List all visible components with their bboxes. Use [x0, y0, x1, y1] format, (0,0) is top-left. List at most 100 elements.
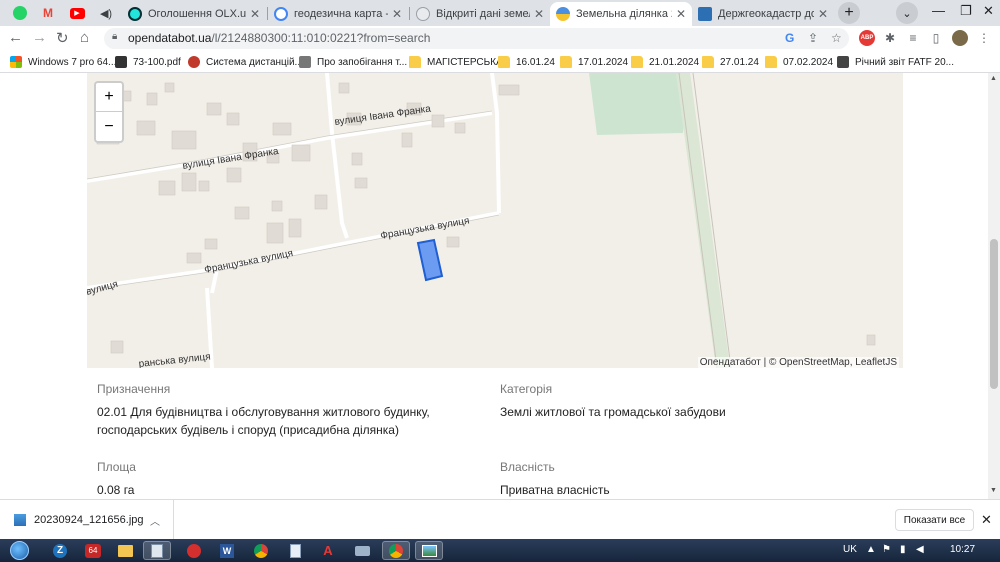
taskbar-photo-viewer[interactable]: [415, 541, 443, 560]
taskbar-app[interactable]: [281, 541, 309, 560]
bookmark-label: Річний звіт FATF 20...: [855, 56, 954, 68]
tab-title: геодезична карта - Пош: [294, 8, 388, 20]
language-indicator[interactable]: UK: [843, 544, 857, 555]
close-icon[interactable]: ✕: [392, 7, 402, 21]
avatar[interactable]: [952, 30, 968, 46]
bookmark-folder[interactable]: 07.02.2024: [765, 54, 833, 70]
windows-orb-icon: [9, 541, 29, 560]
close-icon[interactable]: ✕: [534, 7, 544, 21]
tab-search-button[interactable]: ⌄: [896, 2, 918, 24]
bookmark-folder[interactable]: 17.01.2024: [560, 54, 628, 70]
show-hidden-icons-icon[interactable]: ▲: [866, 544, 876, 555]
network-icon[interactable]: ▮: [900, 544, 906, 555]
scroll-down-arrow[interactable]: ▼: [990, 487, 997, 494]
close-icon[interactable]: ✕: [818, 7, 828, 21]
folder-icon: [560, 56, 572, 68]
parcel-map[interactable]: вулиця Івана Франка вулиця Івана Франка …: [87, 73, 903, 368]
clock[interactable]: 10:27: [950, 544, 975, 555]
google-translate-icon[interactable]: G: [785, 31, 794, 45]
pinned-tab-whatsapp[interactable]: [6, 3, 34, 23]
chevron-up-icon[interactable]: ︿: [150, 513, 160, 528]
menu-kebab-icon[interactable]: ⋮: [976, 30, 992, 46]
media-control-icon[interactable]: ≡: [905, 30, 921, 46]
side-panel-icon[interactable]: ▯: [928, 30, 944, 46]
bookmark-item[interactable]: Windows 7 pro 64...: [10, 54, 116, 70]
address-bar[interactable]: 🔒︎ opendatabot.ua/l/2124880300:11:010:02…: [104, 28, 849, 49]
zoom-in-button[interactable]: +: [96, 83, 122, 112]
pinned-tab-youtube[interactable]: ▶: [63, 3, 91, 23]
tab-olx[interactable]: Оголошення OLX.ua: се ✕: [122, 2, 266, 26]
bookmark-star-icon[interactable]: ☆: [831, 31, 842, 45]
category-block: Категорія Землі житлової та громадської …: [500, 382, 726, 421]
calculator-icon: [151, 543, 163, 558]
share-icon[interactable]: ⇪: [808, 31, 818, 45]
new-tab-button[interactable]: +: [838, 2, 860, 24]
scrollbar-thumb[interactable]: [990, 239, 998, 389]
taskbar-app[interactable]: Z: [46, 541, 74, 560]
download-item[interactable]: 20230924_121656.jpg ︿: [0, 500, 174, 540]
keyboard-icon: [354, 545, 370, 556]
bookmark-label: 17.01.2024: [578, 56, 629, 68]
bookmark-item[interactable]: Система дистанцій...: [188, 54, 303, 70]
taskbar-app[interactable]: [180, 541, 208, 560]
zoom-out-button[interactable]: −: [96, 112, 122, 141]
dzk-icon: [698, 7, 712, 21]
action-center-icon[interactable]: ⚑: [882, 544, 891, 555]
bookmark-item[interactable]: Про запобігання т...: [299, 54, 407, 70]
tab-dzk[interactable]: Держгеокадастр допов ✕: [692, 2, 834, 26]
bookmark-folder[interactable]: МАГІСТЕРСЬКА: [409, 54, 503, 70]
taskbar-explorer[interactable]: [111, 541, 139, 560]
taskbar-word[interactable]: W: [213, 541, 241, 560]
taskbar-acrobat[interactable]: A: [314, 541, 342, 560]
chrome-icon: [389, 543, 403, 558]
taskbar-chrome[interactable]: [247, 541, 275, 560]
ownership-block: Власність Приватна власність: [500, 460, 610, 499]
minimize-button[interactable]: —: [932, 3, 945, 18]
back-button[interactable]: ←: [8, 29, 23, 46]
app-badge-icon: 64: [85, 543, 101, 558]
forward-button[interactable]: →: [32, 29, 47, 46]
windows-taskbar: Z 64 W A UK ▲ ⚑ ▮ ◀︎ 10:27: [0, 539, 1000, 562]
pdf-icon: [115, 56, 127, 68]
pinned-tab-gmail[interactable]: M: [34, 3, 62, 23]
tab-open-data[interactable]: Відкриті дані земельно ✕: [410, 2, 550, 26]
adblock-icon[interactable]: ABP: [859, 30, 875, 46]
close-icon[interactable]: ✕: [981, 512, 992, 528]
taskbar-app[interactable]: [143, 541, 171, 560]
purpose-label: Призначення: [97, 382, 171, 396]
scroll-up-arrow[interactable]: ▲: [990, 75, 997, 82]
tab-parcel-active[interactable]: Земельна ділянка 2124 ✕: [550, 2, 692, 26]
olx-icon: [128, 7, 142, 21]
tab-google-search[interactable]: геодезична карта - Пош ✕: [268, 2, 408, 26]
chevron-down-icon: ⌄: [902, 7, 912, 20]
page-scrollbar[interactable]: ▲ ▼: [988, 73, 1000, 499]
bookmark-item[interactable]: Річний звіт FATF 20...: [837, 54, 954, 70]
maximize-button[interactable]: ❐: [960, 3, 972, 19]
pinned-tab-audio[interactable]: ◀︎): [92, 3, 120, 23]
bookmark-folder[interactable]: 16.01.24: [498, 54, 555, 70]
parcel-polygon[interactable]: [416, 238, 444, 282]
taskbar-app[interactable]: 64: [79, 541, 107, 560]
close-icon[interactable]: ✕: [250, 7, 260, 21]
close-icon[interactable]: ✕: [676, 7, 686, 21]
lock-icon: 🔒︎: [112, 31, 118, 42]
window-close-button[interactable]: ✕: [983, 3, 994, 19]
taskbar-app[interactable]: [348, 541, 376, 560]
extensions-puzzle-icon[interactable]: ✱: [882, 30, 898, 46]
volume-icon[interactable]: ◀︎: [916, 544, 924, 555]
green-area: [589, 73, 687, 135]
bookmark-item[interactable]: 73-100.pdf: [115, 54, 181, 70]
area-block: Площа 0.08 га: [97, 460, 136, 499]
start-button[interactable]: [4, 539, 34, 562]
map-attribution[interactable]: Опендатабот | © OpenStreetMap, LeafletJS: [697, 357, 899, 368]
bookmark-folder[interactable]: 27.01.24: [702, 54, 759, 70]
document-icon: [289, 543, 301, 558]
google-icon: [274, 7, 288, 21]
reload-button[interactable]: ↻: [56, 29, 69, 47]
taskbar-chrome-active[interactable]: [382, 541, 410, 560]
show-all-button[interactable]: Показати все: [895, 509, 974, 531]
bookmark-folder[interactable]: 21.01.2024: [631, 54, 699, 70]
red-app-icon: [187, 543, 201, 558]
tab-title: Земельна ділянка 2124: [576, 8, 672, 20]
home-button[interactable]: ⌂: [80, 29, 89, 46]
